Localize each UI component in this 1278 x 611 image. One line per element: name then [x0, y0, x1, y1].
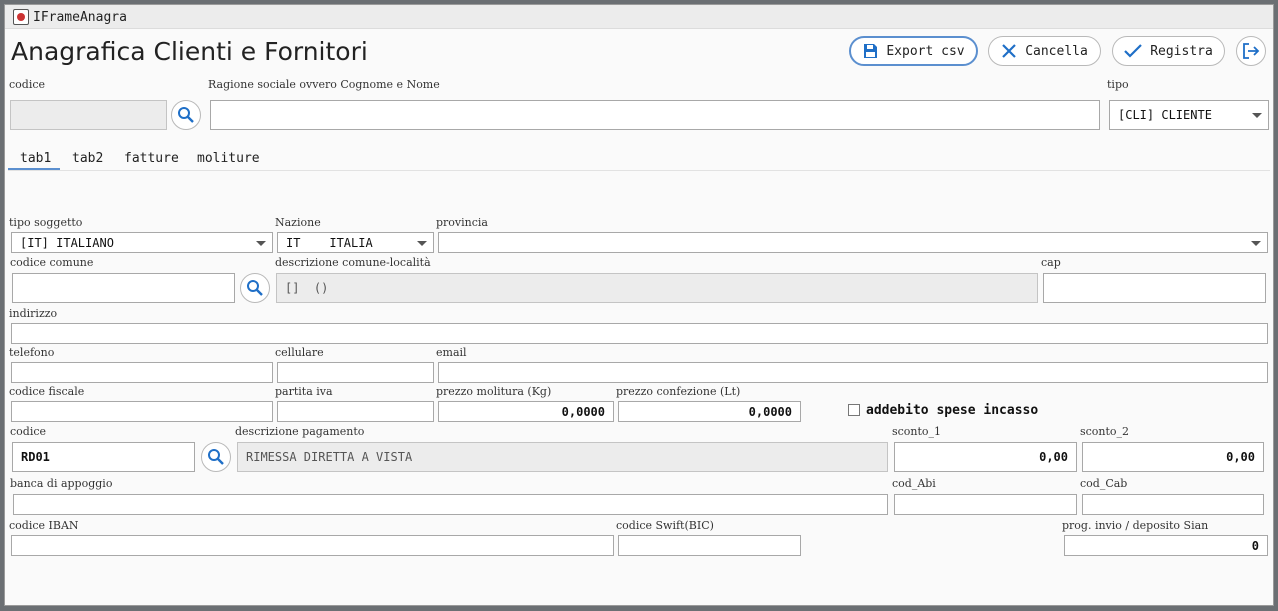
- tipo-soggetto-select[interactable]: [IT] ITALIANO: [11, 232, 273, 253]
- cellulare-label: cellulare: [275, 346, 324, 359]
- codice-label: codice: [9, 78, 46, 91]
- provincia-select[interactable]: [438, 232, 1268, 253]
- sconto1-field[interactable]: 0,00: [894, 442, 1077, 472]
- addebito-checkbox[interactable]: [848, 404, 860, 416]
- codice-field[interactable]: [10, 100, 167, 130]
- descrizione-pagamento-label: descrizione pagamento: [235, 425, 365, 438]
- exit-button[interactable]: [1236, 36, 1266, 66]
- page-title: Anagrafica Clienti e Fornitori: [11, 37, 368, 66]
- iban-label: codice IBAN: [9, 519, 79, 532]
- telefono-field[interactable]: [11, 362, 273, 383]
- partita-iva-label: partita iva: [275, 385, 333, 398]
- partita-iva-field[interactable]: [277, 401, 434, 422]
- codice-comune-label: codice comune: [10, 256, 94, 269]
- sconto2-label: sconto_2: [1080, 425, 1130, 438]
- telefono-label: telefono: [9, 346, 55, 359]
- descrizione-comune-label: descrizione comune-località: [275, 256, 431, 269]
- export-csv-button[interactable]: Export csv: [849, 36, 978, 66]
- addebito-label: addebito spese incasso: [866, 403, 1039, 418]
- codice-fiscale-label: codice fiscale: [9, 385, 85, 398]
- tipo-soggetto-label: tipo soggetto: [9, 216, 83, 229]
- email-field[interactable]: [438, 362, 1268, 383]
- prezzo-confezione-label: prezzo confezione (Lt): [616, 385, 741, 398]
- provincia-label: provincia: [436, 216, 488, 229]
- codice-comune-search-button[interactable]: [240, 273, 270, 303]
- cancel-label: Cancella: [1025, 43, 1088, 59]
- prezzo-molitura-field[interactable]: 0,0000: [438, 401, 614, 422]
- email-label: email: [436, 346, 467, 359]
- save-button[interactable]: Registra: [1112, 36, 1225, 66]
- codice-search-button[interactable]: [171, 100, 201, 130]
- search-icon: [208, 449, 224, 465]
- ragione-sociale-field[interactable]: [210, 100, 1100, 130]
- descrizione-pagamento-field: RIMESSA DIRETTA A VISTA: [237, 442, 888, 472]
- codice-pagamento-field[interactable]: RD01: [12, 442, 195, 472]
- tab-fatture[interactable]: fatture: [124, 151, 179, 166]
- cap-label: cap: [1041, 256, 1061, 269]
- search-icon: [247, 280, 263, 296]
- codice-pagamento-label: codice: [10, 425, 47, 438]
- export-csv-label: Export csv: [886, 43, 965, 59]
- app-icon: [13, 9, 29, 25]
- tab-moliture[interactable]: moliture: [197, 151, 260, 166]
- iban-field[interactable]: [11, 535, 614, 556]
- prog-invio-label: prog. invio / deposito Sian: [1062, 519, 1209, 532]
- banca-label: banca di appoggio: [10, 477, 113, 490]
- indirizzo-label: indirizzo: [9, 307, 58, 320]
- tab-tab2[interactable]: tab2: [72, 151, 103, 166]
- indirizzo-field[interactable]: [11, 323, 1268, 344]
- tipo-label: tipo: [1107, 78, 1129, 91]
- swift-field[interactable]: [618, 535, 801, 556]
- ragione-sociale-label: Ragione sociale ovvero Cognome e Nome: [208, 78, 440, 91]
- codice-comune-field[interactable]: [12, 273, 235, 303]
- save-label: Registra: [1150, 43, 1213, 59]
- window-titlebar[interactable]: IFrameAnagra: [5, 5, 1273, 29]
- tab-tab1[interactable]: tab1: [20, 151, 51, 166]
- cancel-button[interactable]: Cancella: [988, 36, 1101, 66]
- cod-cab-field[interactable]: [1082, 494, 1264, 515]
- cod-abi-label: cod_Abi: [892, 477, 936, 490]
- sconto2-field[interactable]: 0,00: [1082, 442, 1264, 472]
- prog-invio-field[interactable]: 0: [1064, 535, 1268, 556]
- cap-field[interactable]: [1043, 273, 1266, 303]
- cod-abi-field[interactable]: [894, 494, 1077, 515]
- swift-label: codice Swift(BIC): [616, 519, 714, 532]
- codice-fiscale-field[interactable]: [11, 401, 273, 422]
- cellulare-field[interactable]: [277, 362, 434, 383]
- tab-divider: [8, 170, 1270, 171]
- nazione-select[interactable]: IT ITALIA: [277, 232, 434, 253]
- search-icon: [178, 107, 194, 123]
- prezzo-molitura-label: prezzo molitura (Kg): [436, 385, 552, 398]
- cod-cab-label: cod_Cab: [1080, 477, 1128, 490]
- tipo-select[interactable]: [CLI] CLIENTE: [1109, 100, 1269, 130]
- check-icon: [1124, 44, 1142, 58]
- nazione-label: Nazione: [275, 216, 321, 229]
- prezzo-confezione-field[interactable]: 0,0000: [618, 401, 801, 422]
- window-title: IFrameAnagra: [33, 10, 127, 25]
- close-icon: [1002, 44, 1016, 58]
- banca-field[interactable]: [13, 494, 888, 515]
- descrizione-comune-field: [] (): [276, 273, 1038, 303]
- app-window: IFrameAnagra Anagrafica Clienti e Fornit…: [4, 4, 1274, 606]
- save-icon: [864, 44, 878, 58]
- codice-pagamento-search-button[interactable]: [201, 442, 231, 472]
- exit-icon: [1243, 43, 1260, 59]
- sconto1-label: sconto_1: [892, 425, 942, 438]
